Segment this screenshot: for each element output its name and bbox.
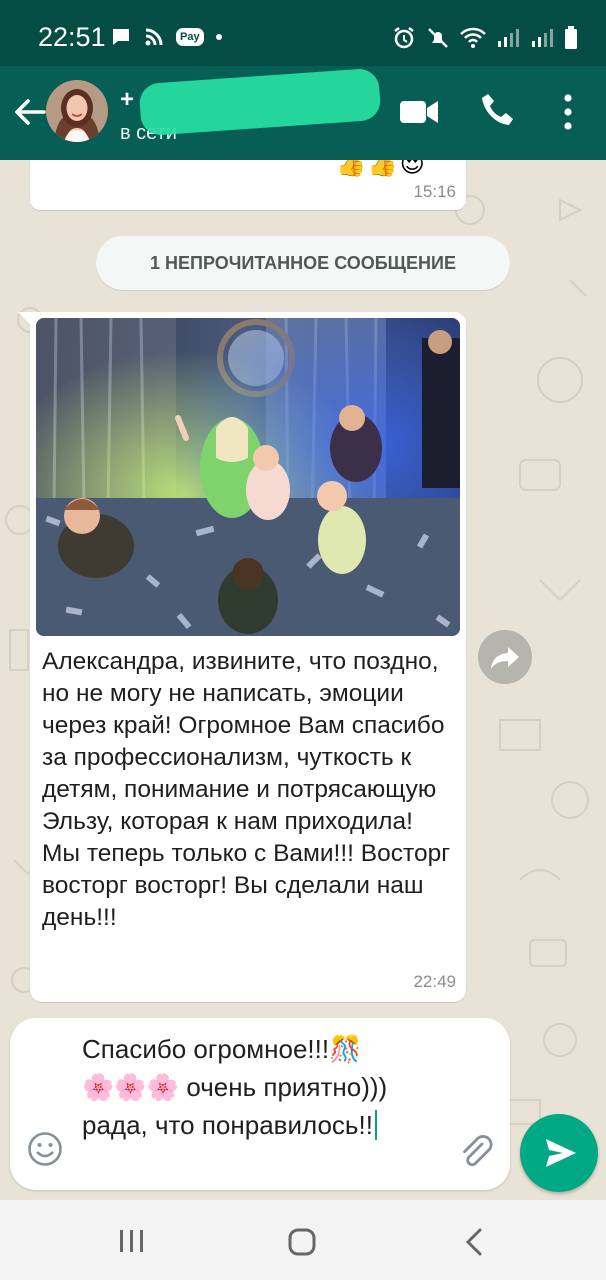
paperclip-icon[interactable] (456, 1132, 496, 1172)
home-icon[interactable] (282, 1222, 322, 1262)
recent-apps-icon[interactable] (112, 1224, 152, 1258)
mute-icon (428, 28, 448, 48)
message-text: Александра, извините, что поздно, но не … (42, 648, 451, 931)
message-input[interactable]: Спасибо огромное!!!🎊 🌸🌸🌸 очень приятно))… (82, 1030, 412, 1144)
wifi-icon (460, 27, 486, 48)
send-button[interactable] (520, 1114, 598, 1192)
incoming-message-bubble[interactable]: Александра, извините, что поздно, но не … (18, 312, 466, 1002)
emoji-icon[interactable] (26, 1130, 64, 1168)
status-time: 22:51 (38, 22, 106, 52)
chat-header: + в сети (0, 66, 606, 160)
status-bar: 22:51 Pay (0, 0, 606, 66)
previous-message-emojis: 👍👍😍 (336, 160, 427, 178)
contact-name[interactable]: + (120, 86, 134, 114)
status-system-icons (392, 26, 578, 50)
bubble-tail (18, 312, 32, 326)
back-arrow-icon[interactable] (10, 92, 50, 132)
back-icon[interactable] (456, 1222, 492, 1262)
message-notification-icon (113, 29, 129, 45)
text-cursor (374, 1110, 377, 1140)
video-call-icon[interactable] (398, 94, 440, 130)
signal-icon (498, 29, 519, 47)
message-composer[interactable]: Спасибо огромное!!!🎊 🌸🌸🌸 очень приятно))… (10, 1018, 510, 1190)
phone-call-icon[interactable] (478, 90, 518, 130)
battery-icon (565, 26, 577, 49)
unread-messages-divider: 1 НЕПРОЧИТАННОЕ СООБЩЕНИЕ (96, 236, 510, 290)
alarm-icon (394, 27, 414, 49)
message-input-text: Спасибо огромное!!!🎊 🌸🌸🌸 очень приятно))… (82, 1034, 388, 1140)
signal-2-icon (532, 29, 553, 47)
more-vert-icon[interactable] (556, 90, 580, 134)
system-navigation-bar (0, 1200, 606, 1280)
pay-icon: Pay (176, 28, 204, 46)
message-photo[interactable] (36, 318, 460, 636)
previous-message-time: 15:16 (413, 182, 456, 201)
send-icon (546, 1139, 576, 1167)
rss-icon (145, 28, 163, 46)
redaction-overlay (138, 67, 382, 137)
more-notifications-dot (215, 34, 222, 40)
previous-message-bubble[interactable]: 👍👍😍 15:16 (30, 160, 466, 210)
forward-icon (491, 647, 519, 669)
status-notification-icons: Pay (110, 26, 222, 48)
contact-avatar[interactable] (46, 80, 108, 142)
message-time: 22:49 (413, 972, 456, 991)
forward-button[interactable] (478, 630, 532, 684)
